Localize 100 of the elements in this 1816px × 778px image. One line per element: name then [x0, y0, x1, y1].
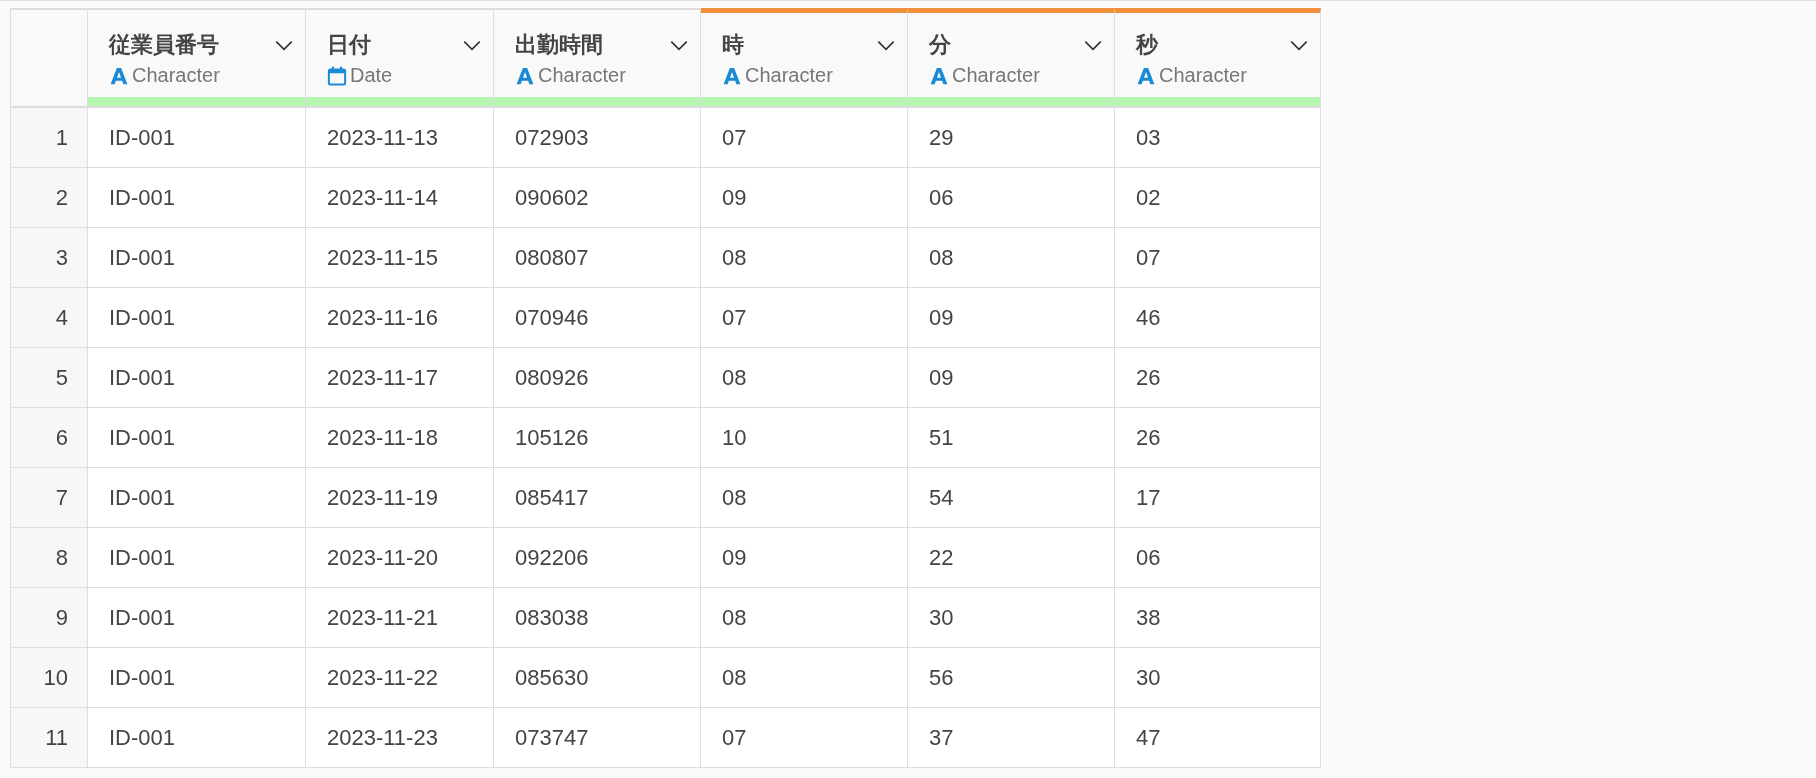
chevron-down-icon[interactable]	[877, 39, 895, 51]
table-cell: 2023-11-22	[306, 648, 494, 708]
column-header[interactable]: 従業員番号 Character	[88, 8, 306, 108]
table-cell: 2023-11-13	[306, 108, 494, 168]
column-type: Date	[350, 64, 393, 87]
table-cell: 51	[908, 408, 1115, 468]
table-cell: 085630	[494, 648, 701, 708]
table-cell: 2023-11-23	[306, 708, 494, 768]
chevron-down-icon[interactable]	[670, 39, 688, 51]
table-cell: 083038	[494, 588, 701, 648]
chevron-down-icon[interactable]	[1290, 39, 1308, 51]
table-cell: ID-001	[88, 168, 306, 228]
table-cell: ID-001	[88, 588, 306, 648]
column-name: 出勤時間	[515, 31, 603, 59]
table-cell: 07	[701, 108, 908, 168]
table-cell: 090602	[494, 168, 701, 228]
table-cell: 08	[701, 348, 908, 408]
table-cell: 10	[701, 408, 908, 468]
table-cell: ID-001	[88, 468, 306, 528]
table-cell: ID-001	[88, 708, 306, 768]
table-cell: 2023-11-16	[306, 288, 494, 348]
column-type: Character	[1159, 64, 1247, 87]
chevron-down-icon[interactable]	[463, 39, 481, 51]
table-cell: 46	[1115, 288, 1321, 348]
table-cell: 47	[1115, 708, 1321, 768]
table-cell: 09	[908, 288, 1115, 348]
table-cell: 02	[1115, 168, 1321, 228]
table-cell: 26	[1115, 348, 1321, 408]
table-cell: 09	[701, 528, 908, 588]
row-number: 5	[11, 348, 88, 408]
table-cell: 30	[1115, 648, 1321, 708]
column-header[interactable]: 出勤時間 Character	[494, 8, 701, 108]
table-cell: 38	[1115, 588, 1321, 648]
table-cell: 080926	[494, 348, 701, 408]
table-cell: 105126	[494, 408, 701, 468]
chevron-down-icon[interactable]	[275, 39, 293, 51]
table-cell: ID-001	[88, 348, 306, 408]
table-cell: ID-001	[88, 528, 306, 588]
table-cell: 07	[701, 708, 908, 768]
table-cell: 08	[701, 588, 908, 648]
column-name: 日付	[327, 31, 371, 59]
table-cell: 085417	[494, 468, 701, 528]
table-cell: 30	[908, 588, 1115, 648]
row-number: 4	[11, 288, 88, 348]
row-number: 9	[11, 588, 88, 648]
row-number: 10	[11, 648, 88, 708]
letter-a-icon	[1136, 65, 1156, 86]
table-cell: 09	[908, 348, 1115, 408]
column-type: Character	[538, 64, 626, 87]
row-number: 7	[11, 468, 88, 528]
table-cell: 2023-11-17	[306, 348, 494, 408]
column-name: 時	[722, 31, 744, 59]
column-header[interactable]: 分 Character	[908, 8, 1115, 108]
table-cell: 07	[1115, 228, 1321, 288]
table-cell: 56	[908, 648, 1115, 708]
row-number: 2	[11, 168, 88, 228]
table-cell: 54	[908, 468, 1115, 528]
row-number: 1	[11, 108, 88, 168]
column-header[interactable]: 秒 Character	[1115, 8, 1321, 108]
table-cell: 092206	[494, 528, 701, 588]
table-cell: 03	[1115, 108, 1321, 168]
table-cell: 070946	[494, 288, 701, 348]
table-cell: ID-001	[88, 228, 306, 288]
row-number: 8	[11, 528, 88, 588]
column-type: Character	[952, 64, 1040, 87]
column-name: 従業員番号	[109, 31, 219, 59]
letter-a-icon	[515, 65, 535, 86]
table-cell: 2023-11-14	[306, 168, 494, 228]
letter-a-icon	[109, 65, 129, 86]
table-cell: 08	[701, 648, 908, 708]
table-cell: 09	[701, 168, 908, 228]
letter-a-icon	[722, 65, 742, 86]
table-cell: 2023-11-15	[306, 228, 494, 288]
table-cell: ID-001	[88, 408, 306, 468]
row-number: 11	[11, 708, 88, 768]
column-type: Character	[745, 64, 833, 87]
row-number: 3	[11, 228, 88, 288]
table-cell: 2023-11-21	[306, 588, 494, 648]
table-cell: 06	[1115, 528, 1321, 588]
table-cell: 073747	[494, 708, 701, 768]
table-cell: ID-001	[88, 648, 306, 708]
row-number: 6	[11, 408, 88, 468]
table-cell: 06	[908, 168, 1115, 228]
table-cell: 22	[908, 528, 1115, 588]
table-cell: 29	[908, 108, 1115, 168]
column-header[interactable]: 日付 Date	[306, 8, 494, 108]
table-cell: 07	[701, 288, 908, 348]
table-cell: 2023-11-18	[306, 408, 494, 468]
table-cell: ID-001	[88, 108, 306, 168]
table-cell: 072903	[494, 108, 701, 168]
letter-a-icon	[929, 65, 949, 86]
chevron-down-icon[interactable]	[1084, 39, 1102, 51]
table-cell: 17	[1115, 468, 1321, 528]
table-cell: ID-001	[88, 288, 306, 348]
column-header[interactable]: 時 Character	[701, 8, 908, 108]
table-cell: 08	[701, 468, 908, 528]
table-cell: 2023-11-20	[306, 528, 494, 588]
column-name: 秒	[1136, 31, 1158, 59]
calendar-icon	[327, 65, 347, 86]
table-cell: 37	[908, 708, 1115, 768]
